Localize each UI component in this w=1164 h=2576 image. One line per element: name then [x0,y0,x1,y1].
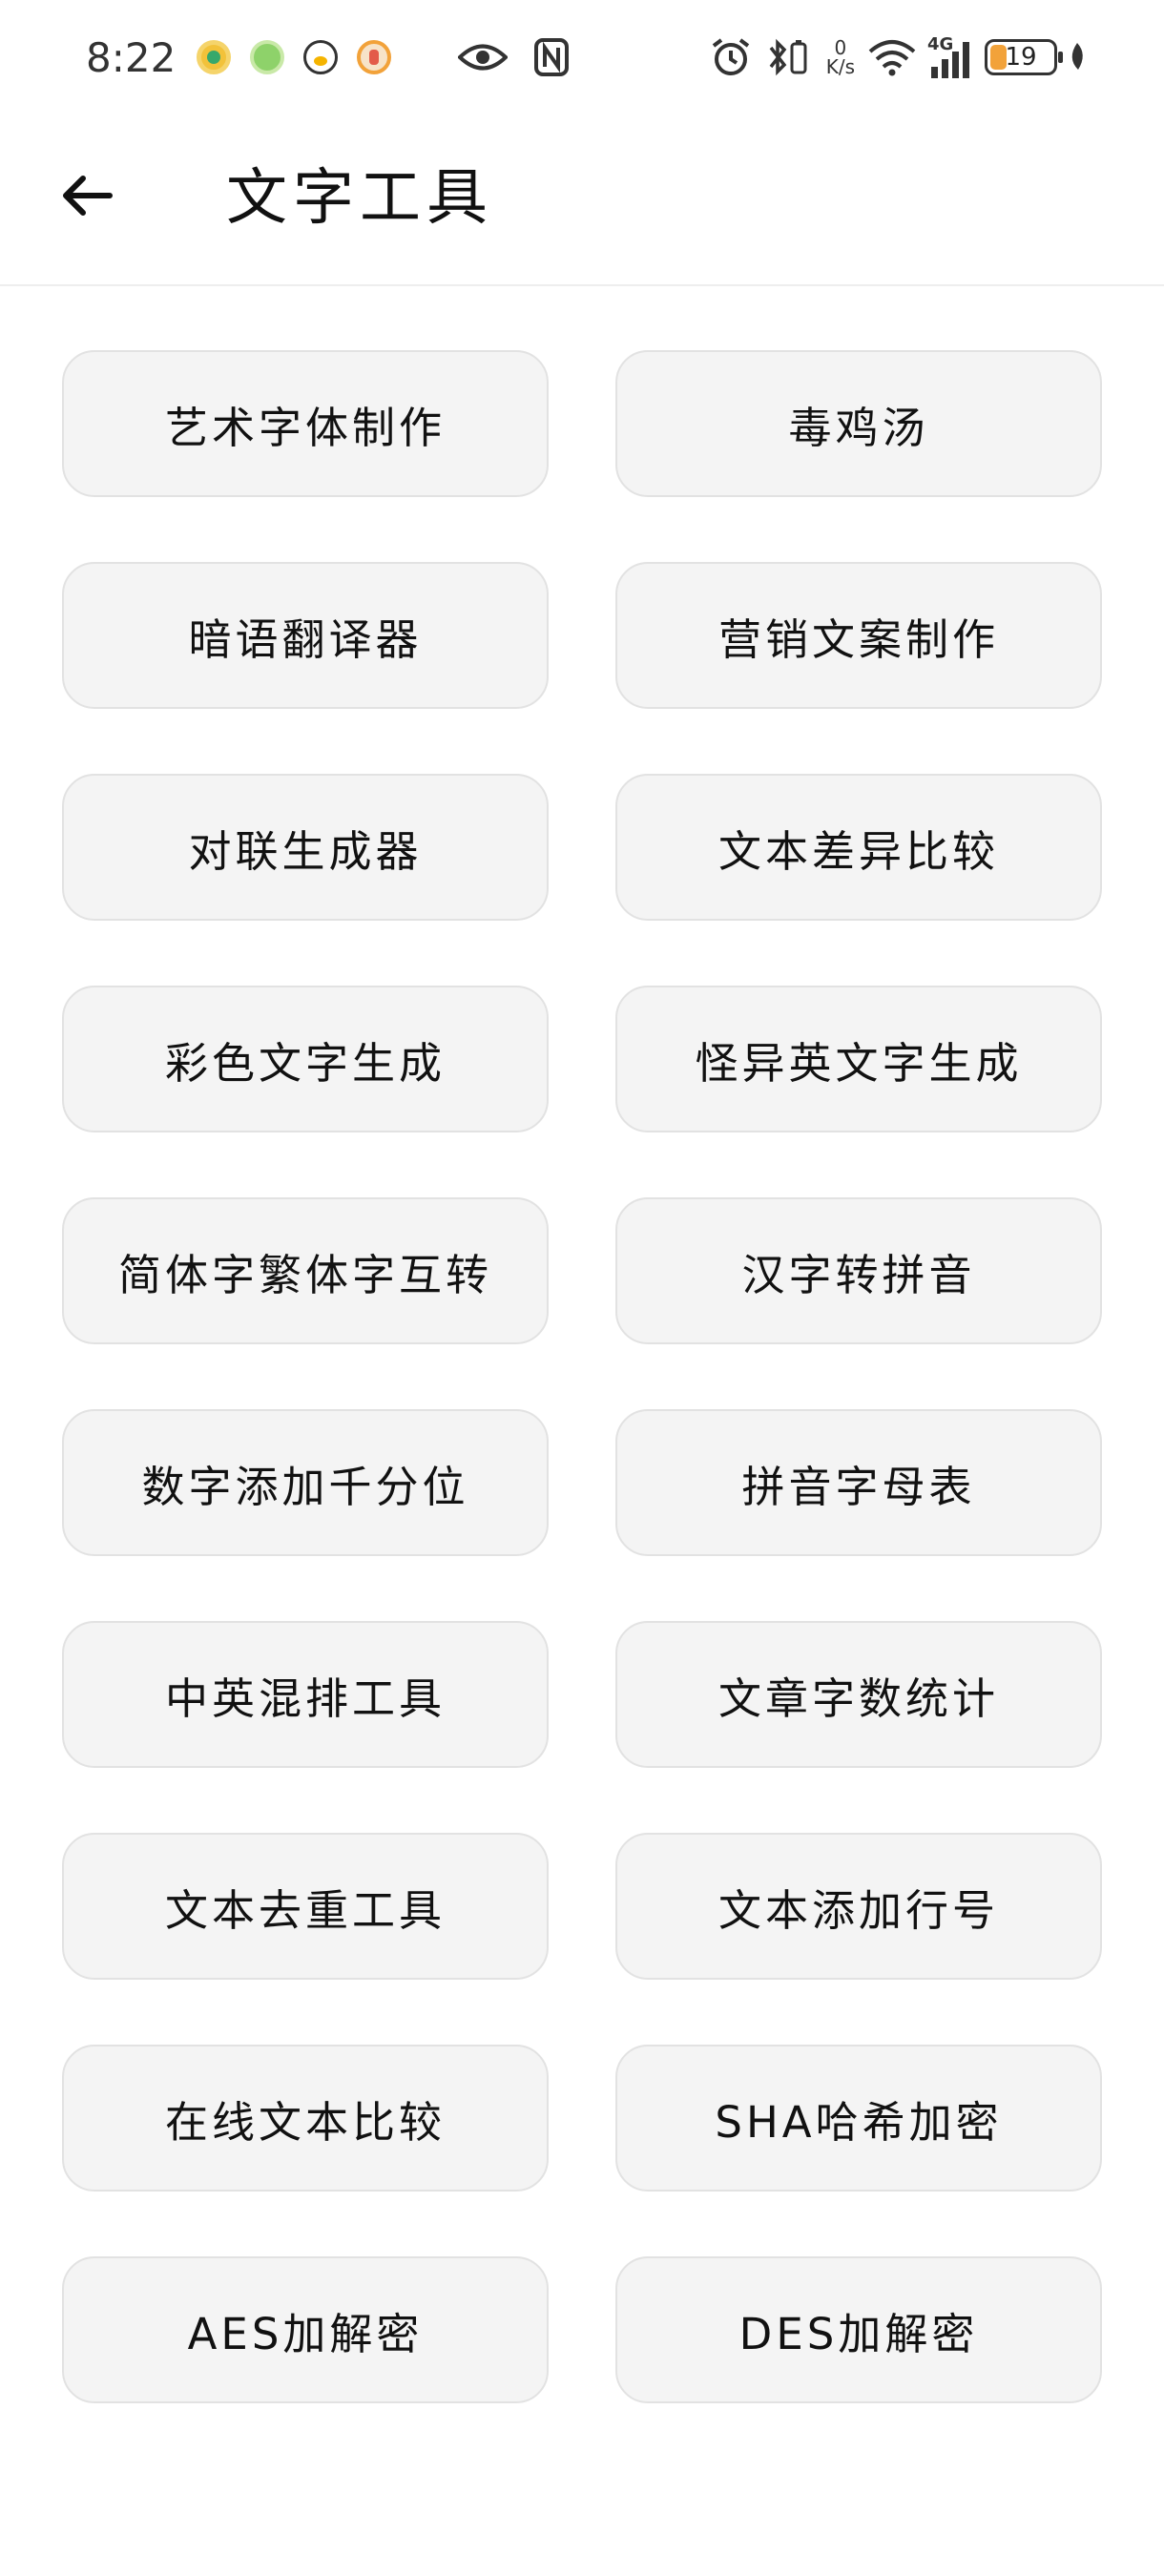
wifi-icon [868,40,916,76]
status-right: 0 K/s 4G 19 [696,34,1088,78]
tool-button-sha-hash[interactable]: SHA哈希加密 [615,2045,1102,2192]
tool-button-cn-en-mix[interactable]: 中英混排工具 [62,1621,549,1768]
tool-button-text-dedupe[interactable]: 文本去重工具 [62,1833,549,1980]
app-notification-icon [250,40,285,74]
network-speed-value: 0 [834,36,847,59]
nfc-icon [534,38,570,76]
tool-button-text-diff[interactable]: 文本差异比较 [615,774,1102,921]
cellular-signal-icon: 4G [927,34,969,78]
tool-button-add-line-numbers[interactable]: 文本添加行号 [615,1833,1102,1980]
tool-button-marketing-copy[interactable]: 营销文案制作 [615,562,1102,709]
battery-icon: 19 [985,39,1063,75]
tool-button-toxic-soup[interactable]: 毒鸡汤 [615,350,1102,497]
tool-button-aes[interactable]: AES加解密 [62,2256,549,2403]
status-time: 8:22 [86,33,177,81]
arrow-left-icon [63,176,113,216]
network-speed: 0 K/s [826,38,855,76]
tool-button-online-text-compare[interactable]: 在线文本比较 [62,2045,549,2192]
network-type: 4G [927,34,954,54]
tool-button-thousands-separator[interactable]: 数字添加千分位 [62,1409,549,1556]
tool-button-pinyin-alphabet[interactable]: 拼音字母表 [615,1409,1102,1556]
tool-button-secret-language-translator[interactable]: 暗语翻译器 [62,562,549,709]
network-speed-unit: K/s [825,55,855,78]
battery-fill [990,45,1007,70]
back-button[interactable] [53,162,120,229]
tool-button-color-text[interactable]: 彩色文字生成 [62,986,549,1132]
tool-button-simplified-traditional[interactable]: 简体字繁体字互转 [62,1197,549,1344]
page-title: 文字工具 [226,163,493,234]
eye-icon [458,44,509,71]
penguin-notification-icon [303,40,339,74]
tool-button-des[interactable]: DES加解密 [615,2256,1102,2403]
tool-button-word-count[interactable]: 文章字数统计 [615,1621,1102,1768]
battery-level: 19 [1005,43,1037,72]
tool-button-couplet-generator[interactable]: 对联生成器 [62,774,549,921]
alarm-clock-icon [712,38,749,75]
tool-button-art-font[interactable]: 艺术字体制作 [62,350,549,497]
app-bar: 文字工具 [0,114,1164,286]
tool-button-weird-english[interactable]: 怪异英文字生成 [615,986,1102,1132]
status-left: 8:22 [86,33,570,81]
bluetooth-battery-icon [769,38,807,76]
tool-button-hanzi-to-pinyin[interactable]: 汉字转拼音 [615,1197,1102,1344]
app-notification-icon [197,40,232,74]
leaf-icon [1071,43,1083,70]
app-notification-icon [357,40,392,74]
tool-grid: 艺术字体制作 毒鸡汤 暗语翻译器 营销文案制作 对联生成器 文本差异比较 彩色文… [62,350,1102,2403]
status-bar: 8:22 0 K/s 4G 19 [0,0,1164,114]
